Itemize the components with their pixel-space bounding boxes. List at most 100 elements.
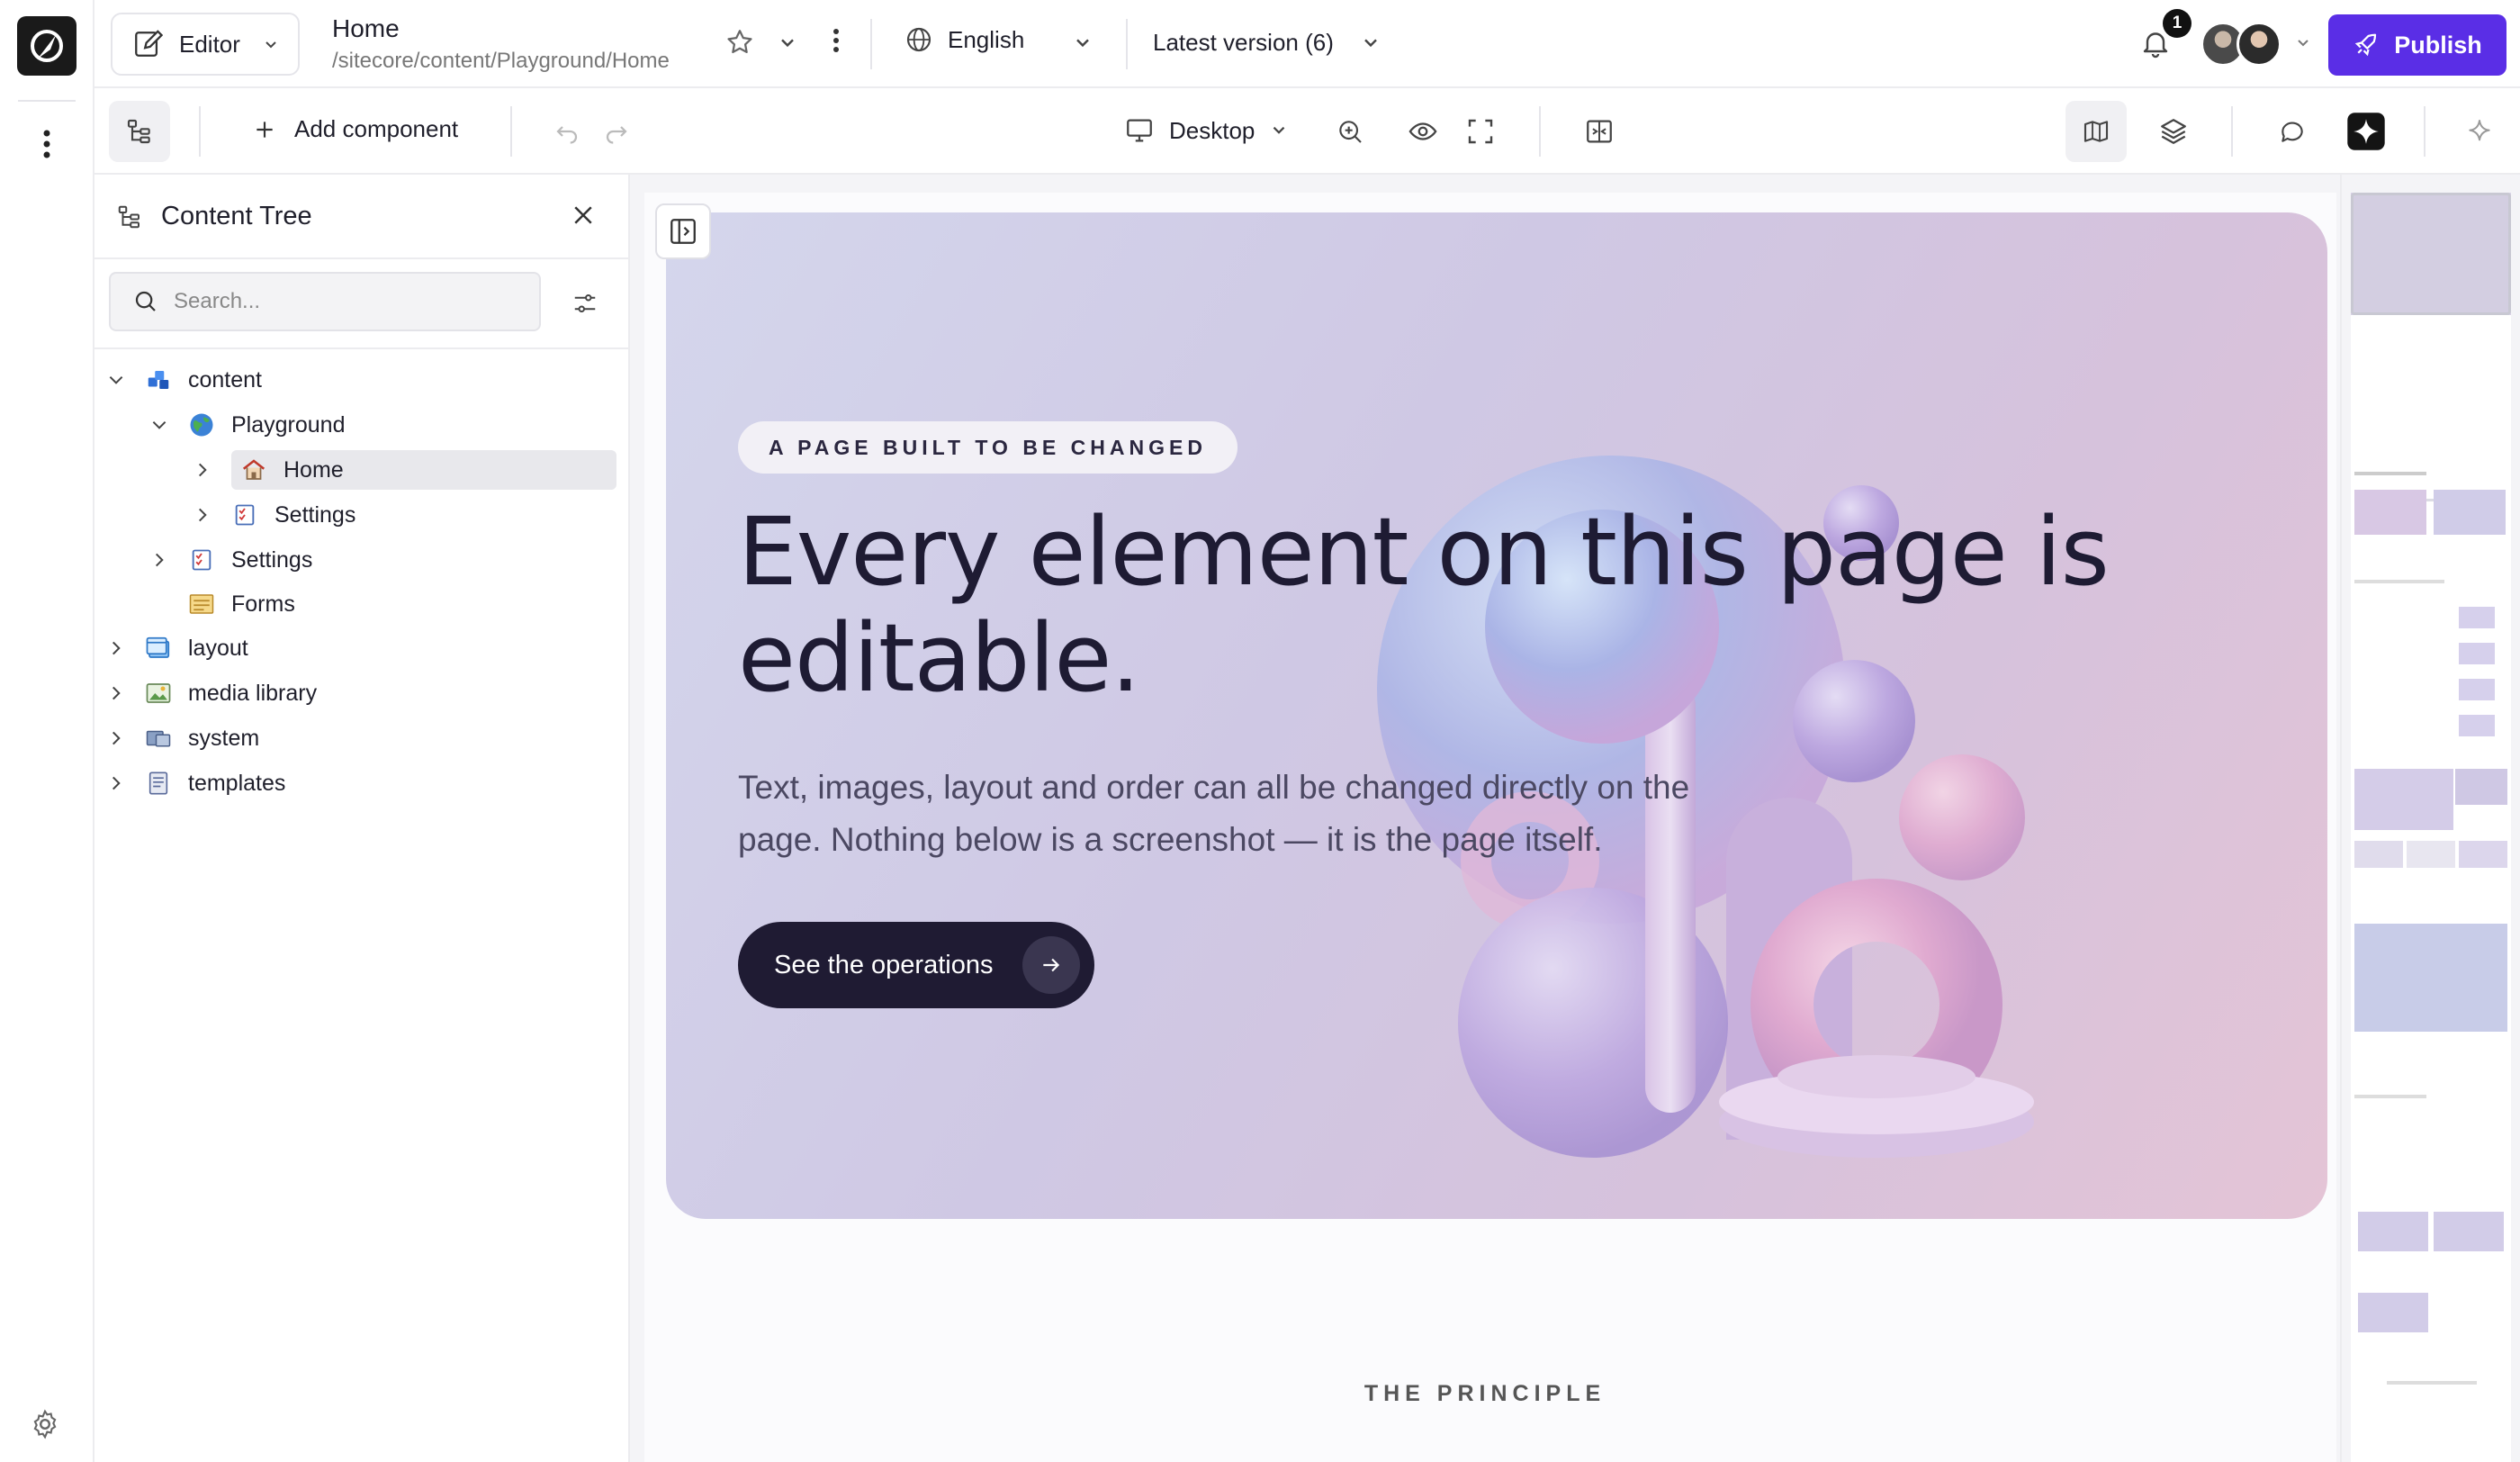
favorite-star-icon[interactable]: [724, 27, 755, 58]
tree-node-settings-child[interactable]: Settings: [190, 495, 356, 535]
tree-node-home[interactable]: Home: [231, 450, 616, 490]
tree-node-playground[interactable]: Playground: [147, 405, 345, 445]
tree-node-media-library[interactable]: media library: [104, 673, 317, 713]
settings-gear-icon[interactable]: [29, 1408, 65, 1444]
hero-eyebrow[interactable]: A PAGE BUILT TO BE CHANGED: [738, 421, 1238, 474]
app-logo[interactable]: [17, 16, 76, 76]
globe-icon: [188, 411, 215, 438]
device-selector[interactable]: Desktop: [1124, 115, 1289, 146]
chevron-right-icon[interactable]: [147, 547, 172, 573]
rail-divider: [18, 100, 76, 102]
chevron-right-icon[interactable]: [104, 636, 129, 661]
tree-node-layout[interactable]: layout: [104, 628, 248, 668]
search-row: [94, 259, 628, 349]
tree-node-content[interactable]: content: [104, 360, 262, 400]
tree-node-system[interactable]: system: [104, 718, 259, 758]
chevron-down-icon[interactable]: [1072, 32, 1094, 54]
chevron-right-icon[interactable]: [104, 771, 129, 796]
sparkle-icon[interactable]: [2462, 113, 2498, 149]
rocket-icon: [2353, 32, 2380, 59]
page-minimap[interactable]: [2340, 175, 2520, 1462]
publish-label: Publish: [2394, 31, 2482, 59]
chevron-right-icon[interactable]: [104, 726, 129, 751]
map-icon[interactable]: [2066, 101, 2127, 162]
chevron-right-icon[interactable]: [190, 450, 231, 490]
top-bar: Editor Home /sitecore/content/Playground…: [94, 0, 2520, 88]
divider: [510, 106, 512, 157]
layers-icon[interactable]: [2156, 113, 2192, 149]
tree-node-label: templates: [188, 770, 286, 796]
ai-assistant-icon[interactable]: [2336, 101, 2397, 162]
tree-node-label: Home: [284, 456, 344, 483]
mode-label: Editor: [179, 30, 240, 58]
content-stack-icon: [145, 366, 172, 393]
minimap-viewport[interactable]: [2351, 193, 2511, 315]
fullscreen-icon[interactable]: [1462, 113, 1498, 149]
search-field[interactable]: [109, 272, 541, 331]
chevron-down-icon[interactable]: [104, 367, 129, 393]
content-tree-toggle-icon[interactable]: [109, 101, 170, 162]
content-tree-panel: Content Tree content Playground: [94, 175, 630, 1462]
chevron-down-icon[interactable]: [147, 412, 172, 438]
system-icon: [145, 725, 172, 752]
divider: [2424, 106, 2426, 157]
see-operations-button[interactable]: See the operations: [738, 922, 1094, 1008]
chevron-down-icon[interactable]: [2294, 34, 2312, 52]
minimap-thumbnail: [2351, 193, 2511, 1385]
tree-node-label: content: [188, 366, 263, 393]
home-icon: [240, 456, 267, 483]
undo-icon[interactable]: [549, 113, 585, 149]
search-input[interactable]: [174, 289, 516, 314]
preview-eye-icon[interactable]: [1405, 113, 1441, 149]
redo-icon[interactable]: [598, 113, 634, 149]
divider: [870, 19, 872, 69]
monitor-icon: [1124, 115, 1155, 146]
page-canvas: A PAGE BUILT TO BE CHANGED Every element…: [630, 175, 2340, 1462]
arrow-right-icon: [1022, 936, 1080, 994]
comments-icon[interactable]: [2274, 113, 2310, 149]
tree-node-label: Settings: [274, 501, 356, 528]
more-vertical-icon[interactable]: [32, 126, 61, 162]
globe-icon: [904, 25, 933, 54]
page-more-icon[interactable]: [832, 27, 840, 54]
tree-node-forms[interactable]: Forms: [147, 584, 295, 624]
page-options-chevron-icon[interactable]: [777, 32, 798, 54]
settings-doc-icon: [231, 501, 258, 528]
tree-node-settings[interactable]: Settings: [147, 540, 312, 580]
publish-button[interactable]: Publish: [2328, 14, 2506, 76]
notification-badge: 1: [2163, 9, 2192, 38]
filter-sliders-icon[interactable]: [572, 290, 598, 317]
chevron-right-icon[interactable]: [190, 502, 215, 528]
add-component-button[interactable]: Add component: [253, 115, 458, 143]
templates-icon: [145, 770, 172, 797]
hero-section[interactable]: A PAGE BUILT TO BE CHANGED Every element…: [666, 212, 2327, 1219]
tree-node-label: media library: [188, 680, 318, 706]
hero-headline[interactable]: Every element on this page is editable.: [738, 499, 2268, 711]
media-icon: [145, 680, 172, 707]
layout-icon: [145, 635, 172, 662]
zoom-in-icon[interactable]: [1332, 113, 1368, 149]
version-selector[interactable]: Latest version (6): [1153, 29, 1334, 57]
expand-panel-icon[interactable]: [655, 203, 711, 259]
section-eyebrow[interactable]: THE PRINCIPLE: [630, 1381, 2340, 1407]
panel-title: Content Tree: [161, 202, 312, 230]
tree-node-label: system: [188, 725, 260, 751]
language-selector[interactable]: English: [904, 25, 1024, 54]
divider: [1539, 106, 1541, 157]
tree-icon: [116, 203, 143, 230]
panel-header: Content Tree: [94, 175, 628, 259]
chevron-right-icon[interactable]: [104, 681, 129, 706]
mode-switcher-button[interactable]: Editor: [111, 13, 300, 76]
compare-split-icon[interactable]: [1581, 113, 1617, 149]
tree-node-templates[interactable]: templates: [104, 763, 285, 803]
minimap-page: [2351, 193, 2511, 1462]
hero-subtext[interactable]: Text, images, layout and order can all b…: [738, 762, 1764, 866]
language-label: English: [948, 25, 1025, 53]
tree-node-label: Playground: [231, 411, 346, 438]
tree-node-label: layout: [188, 635, 248, 661]
avatar[interactable]: [2236, 22, 2282, 67]
close-icon[interactable]: [570, 202, 597, 229]
tree-node-label: Forms: [231, 591, 295, 617]
divider: [2231, 106, 2233, 157]
chevron-down-icon[interactable]: [1360, 32, 1382, 54]
